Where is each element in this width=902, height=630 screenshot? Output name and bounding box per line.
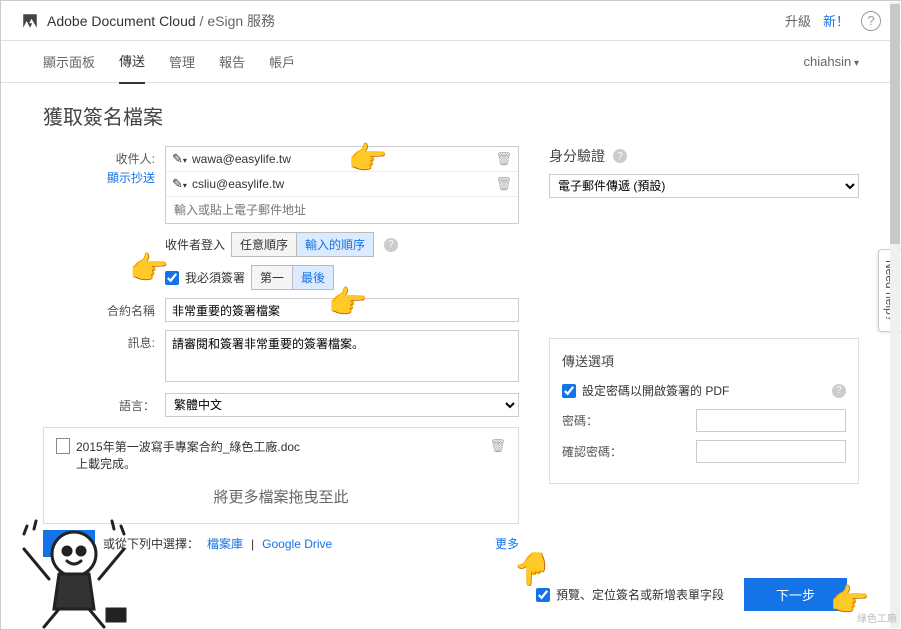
language-label: 語言： (43, 393, 165, 414)
message-textarea[interactable]: 請審閱和簽署非常重要的簽署檔案。 (165, 330, 519, 382)
adobe-logo-icon (21, 12, 39, 30)
file-status: 上載完成。 (76, 455, 483, 472)
login-order-toggle: 任意順序 輸入的順序 (231, 232, 374, 257)
file-name: 2015年第一波寫手專案合約_綠色工廠.doc (76, 438, 483, 455)
password-label: 密碼： (562, 412, 638, 429)
set-password-label: 設定密碼以開啟簽署的 PDF (582, 382, 729, 399)
agreement-label: 合約名稱 (43, 298, 165, 319)
signer-icon: ✎▾ (172, 151, 186, 167)
send-options-panel: 傳送選項 設定密碼以開啟簽署的 PDF ? 密碼： 確認密碼： (549, 338, 859, 484)
delete-file-icon[interactable]: 🗑 (489, 438, 506, 454)
recipient-email[interactable]: csliu@easylife.tw (186, 177, 495, 191)
set-password-checkbox[interactable] (562, 384, 576, 398)
drop-hint: 將更多檔案拖曳至此 (56, 472, 506, 513)
footer-bar: 預覽、定位簽名或新增表單字段 下一步 (1, 568, 889, 621)
file-panel: 2015年第一波寫手專案合約_綠色工廠.doc 上載完成。 🗑 將更多檔案拖曳至… (43, 427, 519, 524)
recipient-input[interactable] (166, 197, 518, 223)
recipient-email[interactable]: wawa@easylife.tw (186, 152, 495, 166)
must-sign-label: 我必須簽署 (185, 269, 245, 286)
header: Adobe Document Cloud / eSign 服務 升級 新！ ? (1, 1, 901, 41)
sign-last[interactable]: 最後 (293, 266, 333, 289)
recipients-box: ✎▾ wawa@easylife.tw 🗑 ✎▾ csliu@easylife.… (165, 146, 519, 224)
gdrive-link[interactable]: Google Drive (262, 537, 332, 551)
language-select[interactable]: 繁體中文 (165, 393, 519, 417)
nav-account[interactable]: 帳戶 (269, 40, 295, 83)
recipient-row: ✎▾ wawa@easylife.tw 🗑 (166, 147, 518, 172)
nav-send[interactable]: 傳送 (119, 39, 145, 84)
new-link[interactable]: 新！ (823, 11, 849, 30)
library-link[interactable]: 檔案庫 (207, 535, 243, 552)
recipients-label: 收件人: (116, 152, 155, 166)
document-icon (56, 438, 70, 454)
watermark: 綠色工廠 (857, 610, 897, 625)
delete-recipient-icon[interactable]: 🗑 (495, 151, 512, 167)
sign-first[interactable]: 第一 (252, 266, 293, 289)
identity-select[interactable]: 電子郵件傳遞 (預設) (549, 174, 859, 198)
nav-dashboard[interactable]: 顯示面板 (43, 40, 95, 83)
send-options-title: 傳送選項 (562, 351, 614, 370)
help-icon[interactable]: ? (861, 11, 881, 31)
help-icon[interactable]: ? (384, 238, 398, 252)
preview-label: 預覽、定位簽名或新增表單字段 (556, 586, 724, 603)
nav-bar: 顯示面板 傳送 管理 報告 帳戶 chiahsin (1, 41, 901, 83)
password-input[interactable] (696, 409, 846, 432)
order-entered[interactable]: 輸入的順序 (297, 233, 373, 256)
must-sign-checkbox[interactable] (165, 271, 179, 285)
scrollbar[interactable] (890, 2, 900, 628)
user-menu[interactable]: chiahsin (803, 54, 859, 69)
more-link[interactable]: 更多 (495, 535, 519, 552)
order-any[interactable]: 任意順序 (232, 233, 297, 256)
sign-position-toggle: 第一 最後 (251, 265, 334, 290)
page-title: 獲取簽名檔案 (43, 101, 859, 130)
preview-checkbox[interactable] (536, 588, 550, 602)
message-label: 訊息: (43, 330, 165, 351)
next-button[interactable]: 下一步 (744, 578, 847, 611)
or-from-text: 或從下列中選擇： (103, 535, 199, 552)
identity-label: 身分驗證 (549, 146, 605, 166)
signer-icon: ✎▾ (172, 176, 186, 192)
upload-button[interactable]: 上載 (43, 530, 95, 557)
login-order-label: 收件者登入 (165, 236, 225, 253)
breadcrumb: Adobe Document Cloud / eSign 服務 (47, 11, 275, 31)
nav-reports[interactable]: 報告 (219, 40, 245, 83)
delete-recipient-icon[interactable]: 🗑 (495, 176, 512, 192)
agreement-name-input[interactable] (165, 298, 519, 322)
show-cc-link[interactable]: 顯示抄送 (43, 169, 155, 186)
upgrade-link[interactable]: 升級 (785, 11, 811, 30)
help-icon[interactable]: ? (613, 149, 627, 163)
confirm-password-input[interactable] (696, 440, 846, 463)
nav-manage[interactable]: 管理 (169, 40, 195, 83)
recipient-row: ✎▾ csliu@easylife.tw 🗑 (166, 172, 518, 197)
help-icon[interactable]: ? (832, 384, 846, 398)
confirm-password-label: 確認密碼： (562, 443, 638, 460)
